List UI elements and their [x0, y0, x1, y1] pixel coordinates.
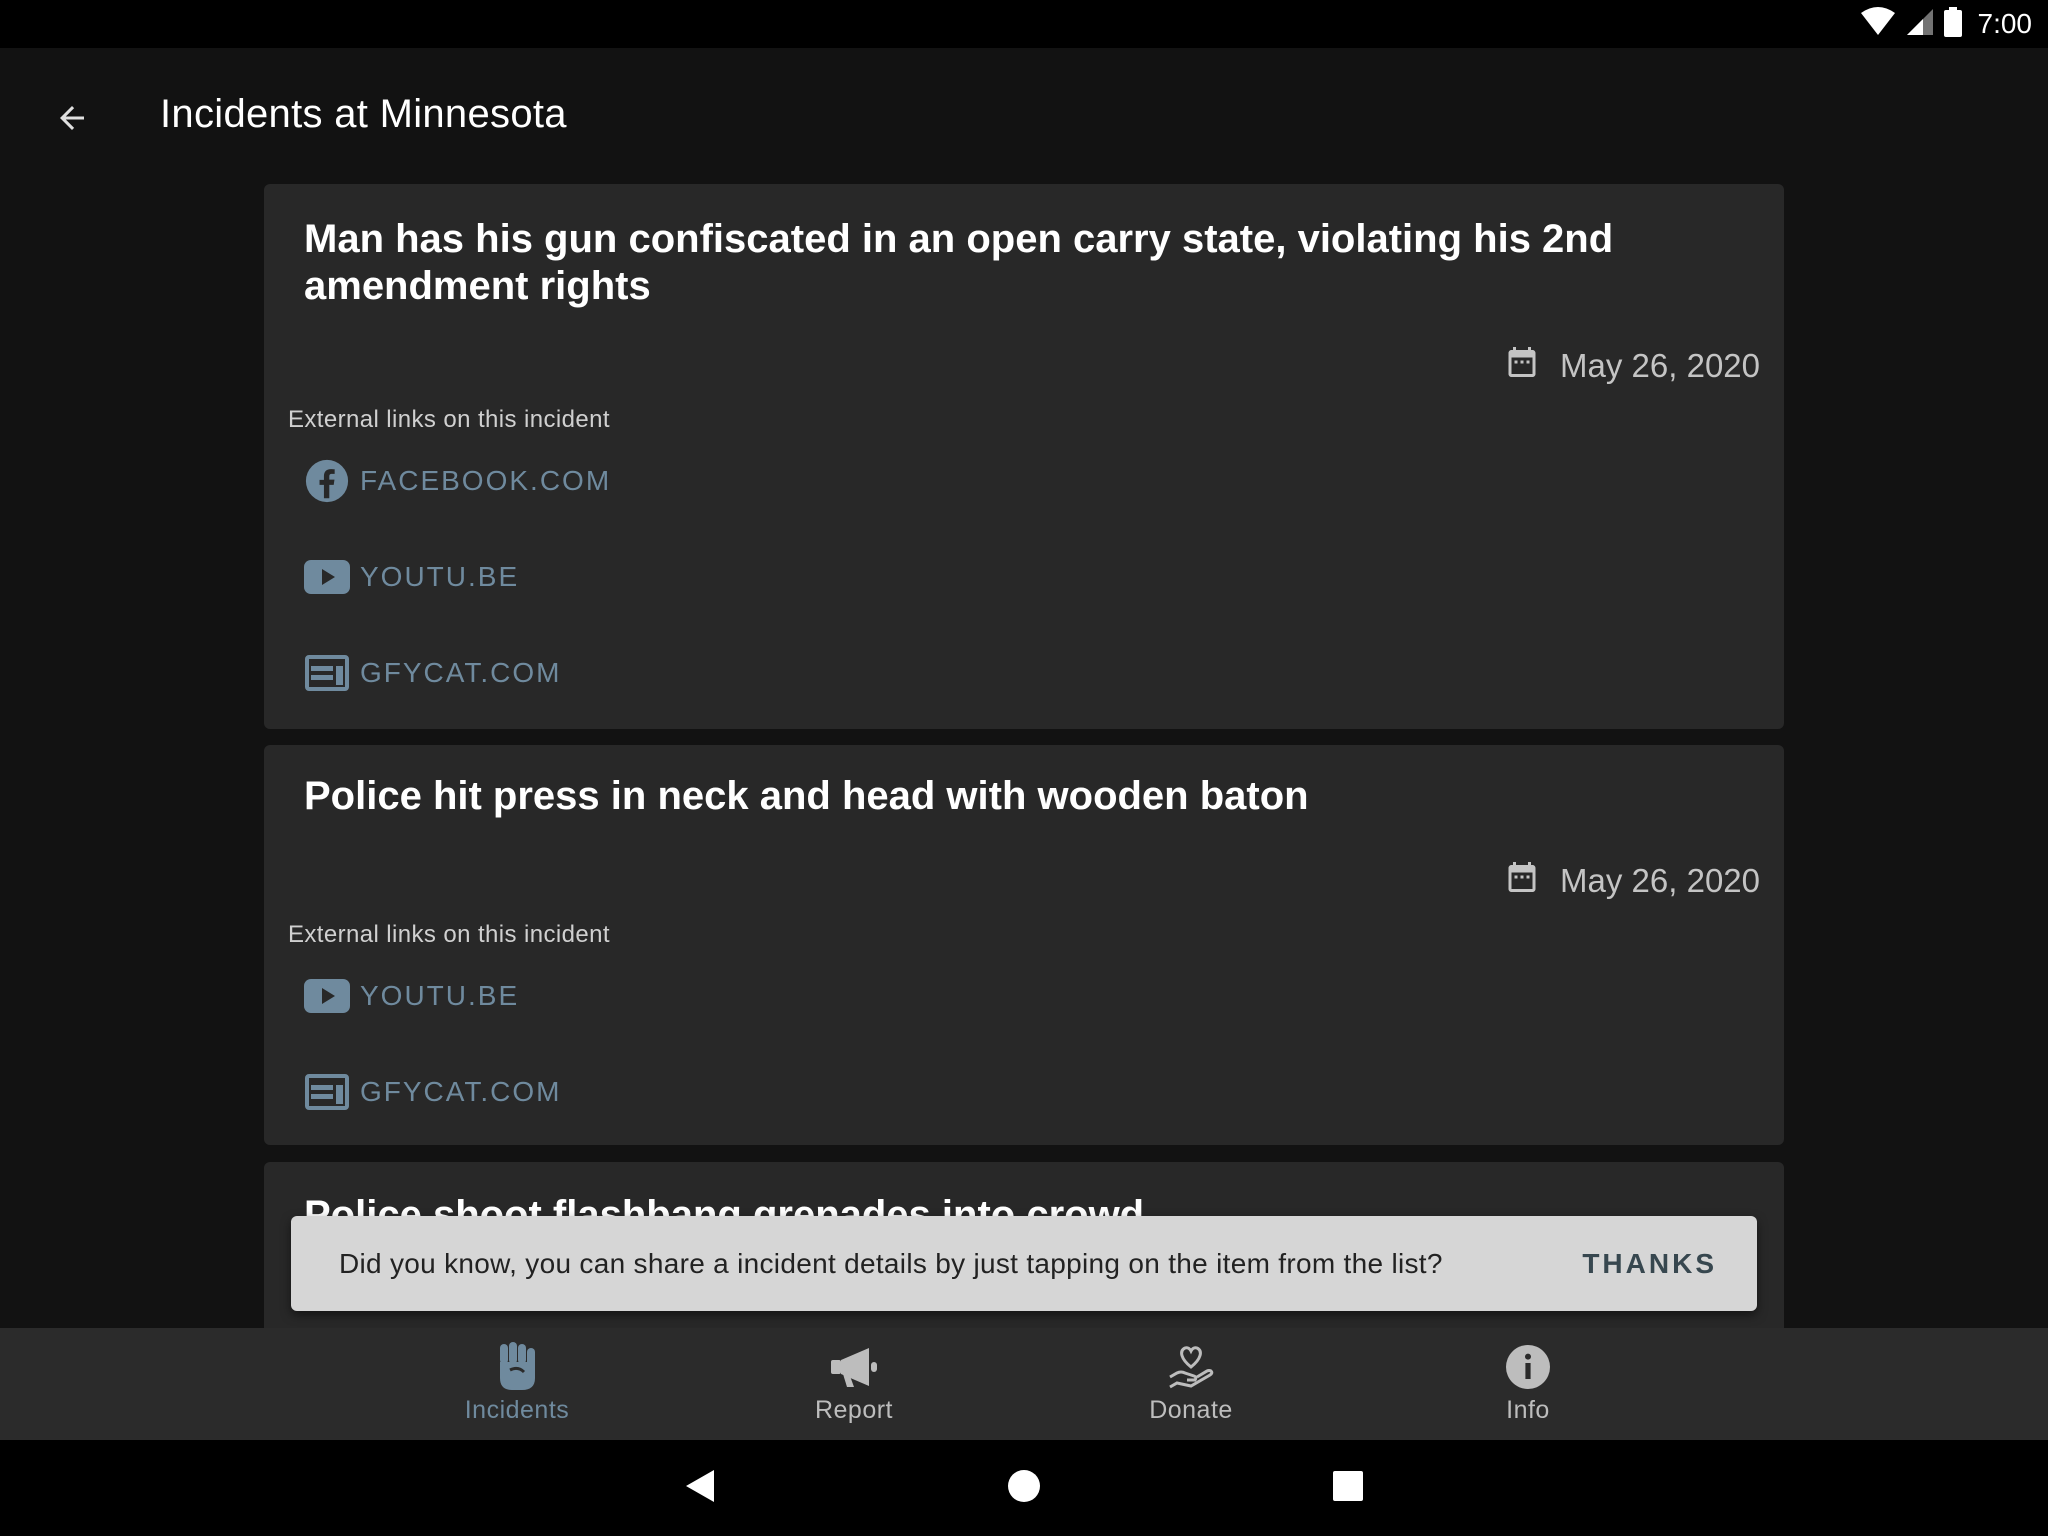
megaphone-icon: [827, 1340, 881, 1394]
snackbar-thanks-button[interactable]: THANKS: [1582, 1248, 1717, 1280]
snackbar: Did you know, you can share a incident d…: [291, 1216, 1757, 1311]
page-title: Incidents at Minnesota: [160, 92, 567, 136]
incident-title: Police hit press in neck and head with w…: [304, 774, 1309, 818]
link-label: FACEBOOK.COM: [360, 465, 612, 496]
info-icon: [1501, 1340, 1555, 1394]
nav-item-donate[interactable]: Donate: [1091, 1340, 1291, 1432]
incident-list: Man has his gun confiscated in an open c…: [0, 180, 2048, 1328]
status-time: 7:00: [1977, 8, 2033, 39]
incident-title: Man has his gun confiscated in an open c…: [304, 217, 1614, 308]
status-bar: 7:00: [0, 0, 2048, 48]
web-icon: [304, 650, 350, 696]
external-link-facebook[interactable]: FACEBOOK.COM: [304, 458, 611, 504]
external-link-youtube[interactable]: YOUTU.BE: [304, 554, 519, 600]
incident-date: May 26, 2020: [1504, 344, 1760, 388]
external-link-gfycat[interactable]: GFYCAT.COM: [304, 1069, 561, 1115]
nav-item-report[interactable]: Report: [754, 1340, 954, 1432]
wifi-icon: [1860, 6, 1896, 42]
incident-card[interactable]: Police hit press in neck and head with w…: [264, 745, 1784, 1145]
system-home-button[interactable]: [996, 1460, 1052, 1516]
nav-item-info[interactable]: Info: [1428, 1340, 1628, 1432]
bottom-navigation: Incidents Report Donate Info: [0, 1328, 2048, 1440]
link-label: YOUTU.BE: [360, 561, 520, 592]
incident-date: May 26, 2020: [1504, 859, 1760, 903]
external-links-label: External links on this incident: [288, 921, 610, 948]
snackbar-message: Did you know, you can share a incident d…: [339, 1248, 1443, 1279]
web-icon: [304, 1069, 350, 1115]
external-link-youtube[interactable]: YOUTU.BE: [304, 973, 519, 1019]
status-icons: 7:00: [1860, 0, 2033, 48]
cell-signal-icon: [1906, 8, 1934, 41]
nav-label: Incidents: [464, 1396, 570, 1424]
link-label: GFYCAT.COM: [360, 1076, 562, 1107]
back-button[interactable]: [40, 88, 104, 152]
system-back-button[interactable]: [672, 1460, 728, 1516]
incident-card[interactable]: Man has his gun confiscated in an open c…: [264, 184, 1784, 729]
triangle-back-icon: [684, 1468, 716, 1509]
nav-label: Donate: [1149, 1396, 1233, 1424]
link-label: GFYCAT.COM: [360, 657, 562, 688]
incident-date-text: May 26, 2020: [1560, 862, 1760, 899]
heart-hand-icon: [1164, 1340, 1218, 1394]
external-links-label: External links on this incident: [288, 406, 610, 433]
system-navigation-bar: [0, 1440, 2048, 1536]
calendar-icon: [1504, 344, 1540, 388]
square-recents-icon: [1332, 1470, 1364, 1507]
system-recents-button[interactable]: [1320, 1460, 1376, 1516]
arrow-back-icon: [54, 100, 90, 141]
youtube-icon: [304, 554, 350, 600]
calendar-icon: [1504, 859, 1540, 903]
app-bar: Incidents at Minnesota: [0, 48, 2048, 180]
facebook-icon: [304, 458, 350, 504]
nav-label: Info: [1506, 1396, 1550, 1424]
incident-date-text: May 26, 2020: [1560, 347, 1760, 384]
fist-icon: [490, 1340, 544, 1394]
nav-item-incidents[interactable]: Incidents: [417, 1340, 617, 1432]
external-link-gfycat[interactable]: GFYCAT.COM: [304, 650, 561, 696]
circle-home-icon: [1006, 1468, 1042, 1509]
youtube-icon: [304, 973, 350, 1019]
link-label: YOUTU.BE: [360, 980, 520, 1011]
nav-label: Report: [814, 1396, 894, 1424]
battery-icon: [1943, 6, 1962, 42]
